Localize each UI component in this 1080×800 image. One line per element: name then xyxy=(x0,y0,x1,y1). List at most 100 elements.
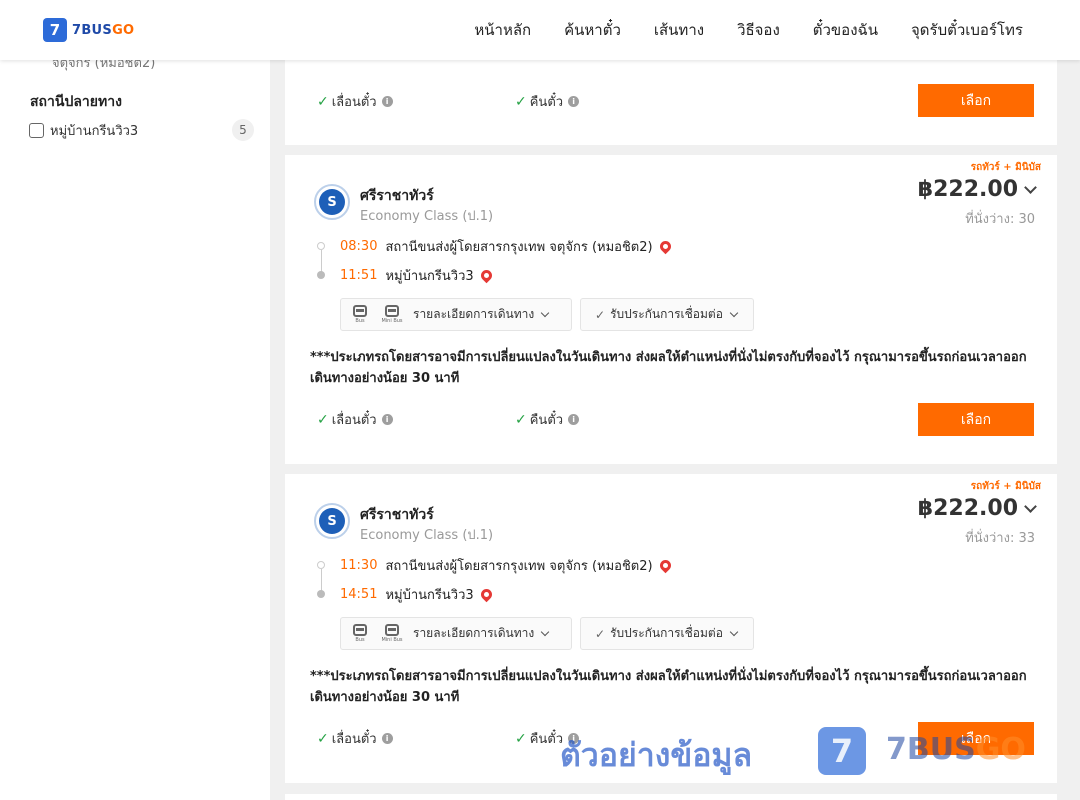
map-pin-icon[interactable] xyxy=(478,267,494,284)
arrival-station: หมู่บ้านกรีนวิว3 xyxy=(385,588,474,603)
top-header: 7 7BUSGO หน้าหลัก ค้นหาตั๋ว เส้นทาง วิธี… xyxy=(0,0,1080,60)
check-icon: ✓ xyxy=(515,93,527,110)
reschedule-amenity: ✓ เลื่อนตั๋ว i xyxy=(317,728,393,749)
refund-amenity: ✓ คืนตั๋ว i xyxy=(515,91,580,112)
operator-name: ศรีราชาทัวร์ xyxy=(360,188,434,204)
trip-notice: ***ประเภทรถโดยสารอาจมีการเปลี่ยนแปลงในวั… xyxy=(310,350,1027,386)
reschedule-label: เลื่อนตั๋ว xyxy=(331,95,377,110)
operator-logo-mark: S xyxy=(319,508,345,534)
trip-price[interactable]: ฿222.00 xyxy=(917,177,1037,202)
nav-search-ticket[interactable]: ค้นหาตั๋ว xyxy=(564,18,621,42)
arrival-station: หมู่บ้านกรีนวิว3 xyxy=(385,269,474,284)
operator-logo-mark: S xyxy=(319,189,345,215)
watermark-brand: 7BUSGO xyxy=(886,732,1026,767)
operator-logo: S xyxy=(314,503,350,539)
chevron-down-icon xyxy=(729,308,739,318)
reschedule-amenity: ✓ เลื่อนตั๋ว i xyxy=(317,409,393,430)
bus-type-label: รถทัวร์ + มินิบัส xyxy=(970,481,1041,492)
departure-dot xyxy=(317,561,325,569)
minibus-icon-label: Mini Bus xyxy=(381,637,403,643)
select-trip-button[interactable]: เลือก xyxy=(918,84,1034,117)
check-icon: ✓ xyxy=(317,730,329,747)
destination-filter-option[interactable]: หมู่บ้านกรีนวิว3 5 xyxy=(29,119,254,141)
operator-name: ศรีราชาทัวร์ xyxy=(360,507,434,523)
check-icon: ✓ xyxy=(515,730,527,747)
check-icon: ✓ xyxy=(317,93,329,110)
info-icon[interactable]: i xyxy=(568,96,580,107)
nav-home[interactable]: หน้าหลัก xyxy=(474,18,531,42)
minibus-icon: Mini Bus xyxy=(379,624,405,643)
destination-checkbox[interactable] xyxy=(29,122,44,138)
chevron-down-icon[interactable] xyxy=(1024,180,1037,194)
logo-text-b: GO xyxy=(112,22,135,38)
minibus-icon-label: Mini Bus xyxy=(381,318,403,324)
map-pin-icon[interactable] xyxy=(657,557,673,574)
timeline-line xyxy=(320,569,322,591)
departure-row: 08:30 สถานีขนส่งผู้โดยสารกรุงเทพ จตุจักร… xyxy=(340,236,673,257)
map-pin-icon[interactable] xyxy=(478,586,494,603)
check-icon: ✓ xyxy=(595,626,606,641)
chevron-down-icon xyxy=(540,308,550,318)
watermark-brand-a: 7BUS xyxy=(886,732,976,767)
trip-card-partial: ก่อนเวลาออกเดินทางอย่างน้อย 30 นาที ✓ เล… xyxy=(285,50,1057,145)
operator-logo: S xyxy=(314,184,350,220)
timeline-line xyxy=(320,250,322,272)
nav-how-to-book[interactable]: วิธีจอง xyxy=(737,18,780,42)
bus-class: Economy Class (ป.1) xyxy=(360,209,494,224)
chevron-down-icon[interactable] xyxy=(1024,499,1037,513)
check-icon: ✓ xyxy=(515,411,527,428)
arrival-dot xyxy=(317,590,325,598)
nav-routes[interactable]: เส้นทาง xyxy=(654,18,704,42)
trip-card: รถทัวร์ + มินิบัส S ศรีราชาทัวร์ Economy… xyxy=(285,155,1057,464)
watermark-logo-mark: 7 xyxy=(818,727,866,775)
route-details-label: รายละเอียดการเดินทาง xyxy=(413,626,535,640)
watermark-brand-b: GO xyxy=(975,732,1026,767)
destination-option-label: หมู่บ้านกรีนวิว3 xyxy=(50,123,139,139)
route-details-toggle[interactable]: Bus Mini Bus รายละเอียดการเดินทาง xyxy=(340,617,572,650)
nav-my-tickets[interactable]: ตั๋วของฉัน xyxy=(813,18,878,42)
info-icon[interactable]: i xyxy=(381,414,393,425)
info-icon[interactable]: i xyxy=(381,733,393,744)
site-logo[interactable]: 7 7BUSGO xyxy=(43,18,134,42)
chevron-down-icon xyxy=(729,627,739,637)
refund-label: คืนตั๋ว xyxy=(529,95,564,110)
check-icon: ✓ xyxy=(595,307,606,322)
map-pin-icon[interactable] xyxy=(657,238,673,255)
refund-amenity: ✓ คืนตั๋ว i xyxy=(515,409,580,430)
seats-available: ที่นั่งว่าง: 30 xyxy=(965,212,1035,227)
bus-icon-label: Bus xyxy=(355,637,365,643)
logo-text: 7BUSGO xyxy=(72,23,134,38)
reschedule-label: เลื่อนตั๋ว xyxy=(331,413,377,428)
arrival-dot xyxy=(317,271,325,279)
reschedule-label: เลื่อนตั๋ว xyxy=(331,732,377,747)
departure-station: สถานีขนส่งผู้โดยสารกรุงเทพ จตุจักร (หมอช… xyxy=(385,559,653,574)
arrival-row: 11:51 หมู่บ้านกรีนวิว3 xyxy=(340,265,494,286)
check-icon: ✓ xyxy=(317,411,329,428)
price-value: ฿222.00 xyxy=(917,177,1018,202)
filter-sidebar: จตุจักร (หมอชิต2) สถานีปลายทาง หมู่บ้านก… xyxy=(0,56,270,800)
departure-dot xyxy=(317,242,325,250)
departure-row: 11:30 สถานีขนส่งผู้โดยสารกรุงเทพ จตุจักร… xyxy=(340,555,673,576)
trip-price[interactable]: ฿222.00 xyxy=(918,496,1037,521)
select-trip-button[interactable]: เลือก xyxy=(918,403,1034,436)
logo-text-a: 7BUS xyxy=(72,22,113,38)
chevron-down-icon xyxy=(540,627,550,637)
trip-notice: ***ประเภทรถโดยสารอาจมีการเปลี่ยนแปลงในวั… xyxy=(310,669,1027,705)
route-details-toggle[interactable]: Bus Mini Bus รายละเอียดการเดินทาง xyxy=(340,298,572,331)
bus-class: Economy Class (ป.1) xyxy=(360,528,494,543)
arrival-time: 14:51 xyxy=(340,587,378,602)
info-icon[interactable]: i xyxy=(568,414,580,425)
bus-icon: Bus xyxy=(347,624,373,643)
connection-guarantee-toggle[interactable]: ✓ รับประกันการเชื่อมต่อ xyxy=(580,617,754,650)
connection-guarantee-label: รับประกันการเชื่อมต่อ xyxy=(610,307,723,321)
refund-label: คืนตั๋ว xyxy=(529,732,564,747)
bus-icon: Bus xyxy=(347,305,373,324)
main-nav: หน้าหลัก ค้นหาตั๋ว เส้นทาง วิธีจอง ตั๋วข… xyxy=(441,0,1023,60)
info-icon[interactable]: i xyxy=(381,96,393,107)
connection-guarantee-label: รับประกันการเชื่อมต่อ xyxy=(610,626,723,640)
nav-pickup-points[interactable]: จุดรับตั๋วเบอร์โทร xyxy=(911,18,1023,42)
connection-guarantee-toggle[interactable]: ✓ รับประกันการเชื่อมต่อ xyxy=(580,298,754,331)
bus-type-label: รถทัวร์ + มินิบัส xyxy=(970,162,1041,173)
destination-option-count: 5 xyxy=(232,119,254,141)
bus-icon-label: Bus xyxy=(355,318,365,324)
